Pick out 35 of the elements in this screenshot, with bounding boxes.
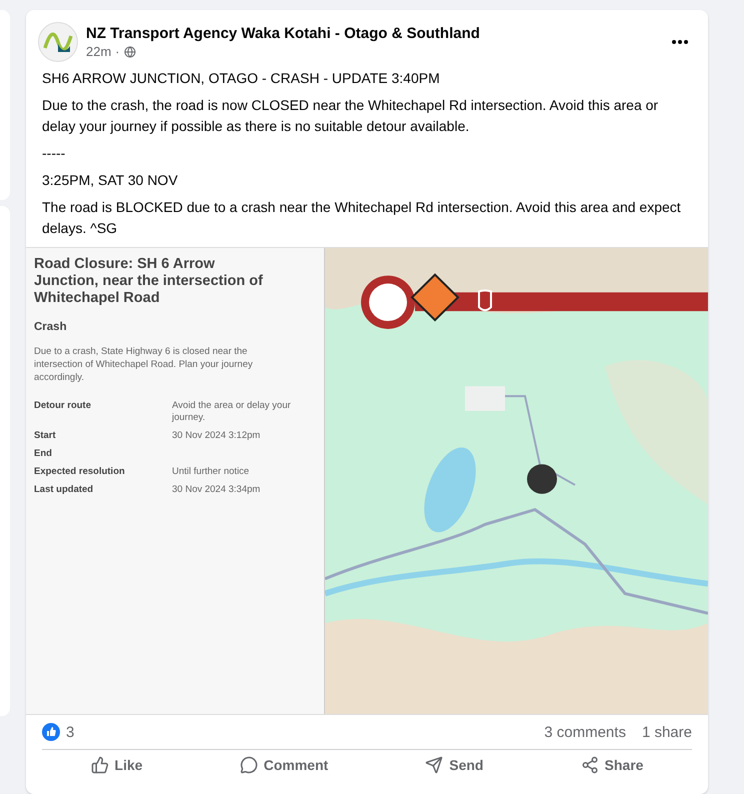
closure-type: Crash: [34, 321, 68, 333]
detail-label: End: [34, 448, 53, 460]
speech-bubble-icon: [240, 756, 258, 774]
detail-label: Detour route: [34, 400, 92, 413]
comment-button[interactable]: Comment: [228, 754, 340, 776]
post-text: -----: [42, 144, 66, 163]
post-text: 3:25PM, SAT 30 NOV: [42, 171, 179, 190]
logo-icon: [38, 22, 78, 62]
detail-value: Avoid the area or delay your journey.: [172, 400, 292, 424]
globe-icon: [124, 46, 136, 58]
closure-description: Due to a crash, State Highway 6 is closed near the intersection of Whitechapel Road. Plan your journey accordingly.: [34, 345, 254, 384]
post-time[interactable]: 22m: [86, 44, 112, 59]
detail-value: 30 Nov 2024 3:12pm: [172, 430, 262, 442]
detail-label: Last updated: [34, 484, 94, 496]
send-button[interactable]: Send: [413, 754, 496, 776]
share-button[interactable]: Share: [568, 754, 656, 776]
detail-value: 30 Nov 2024 3:34pm: [172, 484, 262, 496]
reaction-count[interactable]: 3: [66, 724, 74, 740]
post-text: The road is BLOCKED due to a crash near the Whitechapel Rd intersection. Avoid this area and expect delays. ^SG: [42, 198, 682, 238]
comments-count[interactable]: 3 comments: [544, 724, 626, 740]
post-text: Due to the crash, the road is now CLOSED near the Whitechapel Rd intersection. Avoid this area or delay your journey if possible as there is no suitable detour available.: [42, 96, 660, 136]
thumbs-up-icon: [90, 756, 109, 774]
closure-title: Road Closure: SH 6 Arrow Junction, near the intersection of Whitechapel Road: [34, 256, 264, 307]
share-icon: [580, 756, 599, 774]
post-text: SH6 ARROW JUNCTION, OTAGO - CRASH - UPDATE 3:40PM: [42, 69, 441, 88]
separator: ·: [115, 44, 120, 59]
more-icon: [672, 40, 688, 44]
detail-value: Until further notice: [172, 466, 250, 478]
send-icon: [425, 756, 444, 774]
like-button[interactable]: Like: [78, 754, 155, 776]
detail-label: Start: [34, 430, 57, 442]
shares-count[interactable]: 1 share: [642, 724, 692, 740]
page-name[interactable]: NZ Transport Agency Waka Kotahi - Otago & Southland: [86, 25, 660, 42]
detail-label: Expected resolution: [34, 466, 126, 478]
like-icon: [42, 723, 60, 741]
